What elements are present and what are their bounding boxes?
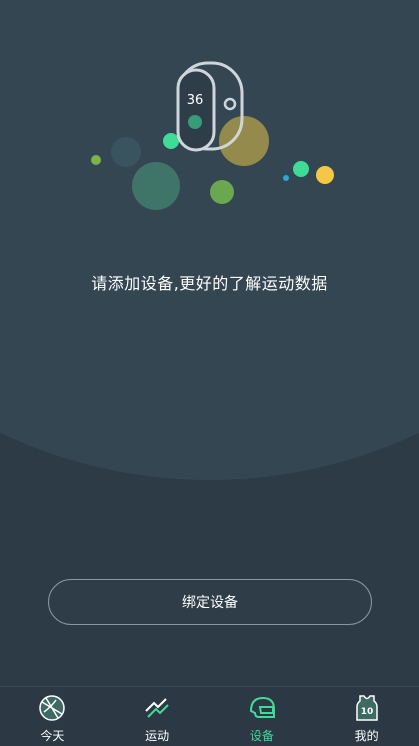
bubble <box>210 180 234 204</box>
bubble <box>219 116 269 166</box>
tab-device[interactable]: 设备 <box>210 687 315 746</box>
bubble <box>91 155 101 165</box>
tab-sport[interactable]: 运动 <box>105 687 210 746</box>
run-icon <box>145 698 169 718</box>
band-clasp <box>223 97 237 111</box>
band-display-number: 36 <box>187 93 204 108</box>
device-empty-state: 36 请添加设备,更好的了解运动数据 绑定设备 <box>0 0 419 686</box>
bubble <box>163 133 179 149</box>
tab-mine-label: 我的 <box>354 729 379 743</box>
bubble <box>316 166 334 184</box>
bind-device-button[interactable]: 绑定设备 <box>48 579 372 625</box>
tab-today[interactable]: 今天 <box>0 687 105 746</box>
bubble <box>111 137 141 167</box>
band-progress-dot <box>188 115 202 129</box>
basketball-icon <box>39 695 66 721</box>
tab-today-label: 今天 <box>40 729 65 743</box>
helmet-icon <box>249 696 275 718</box>
band-illustration: 36 <box>91 61 334 210</box>
tab-mine[interactable]: 10 我的 <box>314 687 419 746</box>
tab-sport-label: 运动 <box>145 729 170 743</box>
jersey-icon: 10 <box>355 695 378 721</box>
add-device-prompt: 请添加设备,更好的了解运动数据 <box>91 274 328 293</box>
bottom-tab-bar: 今天 运动 设备 10 我的 <box>0 686 419 746</box>
bubble <box>283 175 289 181</box>
bubble <box>132 162 180 210</box>
band-capsule <box>176 68 216 152</box>
bubble <box>293 161 309 177</box>
tab-device-label: 设备 <box>249 729 274 743</box>
jersey-number: 10 <box>360 707 373 717</box>
